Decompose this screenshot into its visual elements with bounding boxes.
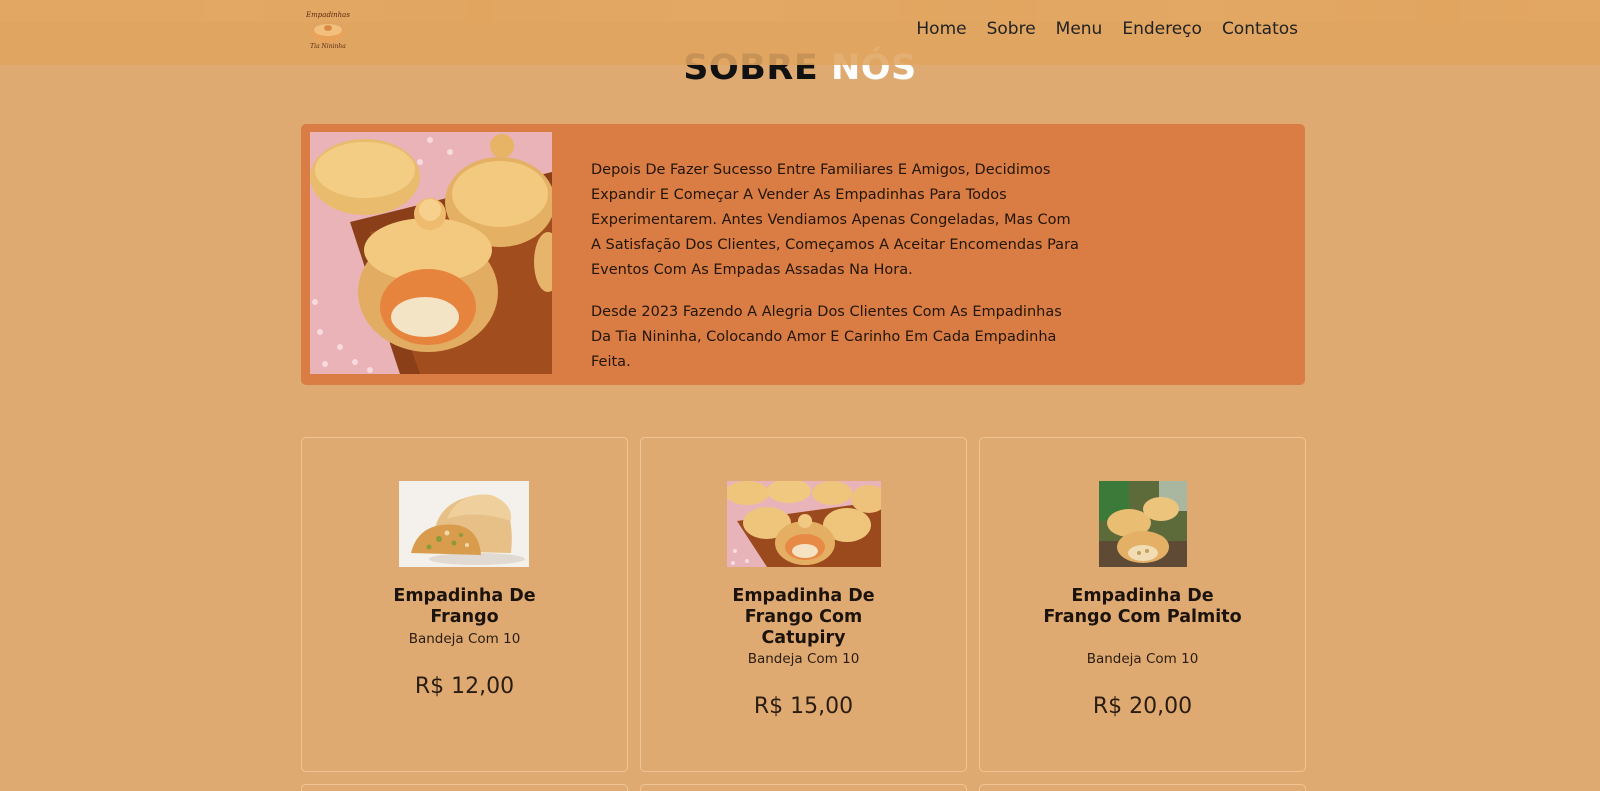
nav-links: Home Sobre Menu Endereço Contatos [916, 19, 1298, 39]
product-photo [1099, 481, 1187, 567]
nav-link-menu[interactable]: Menu [1056, 19, 1103, 39]
about-paragraph-2: Desde 2023 Fazendo A Alegria Dos Cliente… [591, 304, 1062, 370]
product-card[interactable]: Empadinha De Frango Com Palmito Bandeja … [979, 437, 1306, 772]
product-price: R$ 15,00 [753, 694, 854, 719]
product-card[interactable]: Empadinha De Frango Bandeja Com 10 R$ 12… [301, 437, 628, 772]
about-photo [310, 132, 552, 374]
nav-link-contatos[interactable]: Contatos [1222, 19, 1298, 39]
product-description: Bandeja Com 10 [408, 631, 521, 647]
logo-text-bottom: Tia Nininha [310, 43, 346, 50]
about-paragraph-1: Depois De Fazer Sucesso Entre Familiares… [591, 162, 1079, 278]
about-card: Depois De Fazer Sucesso Entre Familiares… [301, 124, 1305, 385]
product-price: R$ 20,00 [1092, 694, 1193, 719]
product-name: Empadinha De Frango [393, 586, 536, 627]
logo-text-top: Empadinhas [306, 11, 350, 19]
product-name: Empadinha De Frango Com Catupiry [732, 586, 875, 648]
nav-link-sobre[interactable]: Sobre [987, 19, 1036, 39]
nav-link-home[interactable]: Home [916, 19, 966, 39]
product-card-partial[interactable] [301, 784, 628, 791]
product-card-partial[interactable] [979, 784, 1306, 791]
product-photo [399, 481, 529, 567]
product-card-partial[interactable] [640, 784, 967, 791]
logo[interactable]: Empadinhas Tia Nininha [305, 8, 350, 50]
about-text: Depois De Fazer Sucesso Entre Familiares… [591, 158, 1081, 392]
product-card[interactable]: Empadinha De Frango Com Catupiry Bandeja… [640, 437, 967, 772]
nav-link-endereco[interactable]: Endereço [1122, 19, 1202, 39]
product-description: Bandeja Com 10 [747, 651, 860, 667]
navbar: Empadinhas Tia Nininha Home Sobre Menu E… [0, 0, 1600, 65]
product-photo [727, 481, 881, 567]
product-description: Bandeja Com 10 [1086, 651, 1199, 667]
product-name: Empadinha De Frango Com Palmito [1043, 586, 1242, 627]
product-price: R$ 12,00 [414, 674, 515, 699]
